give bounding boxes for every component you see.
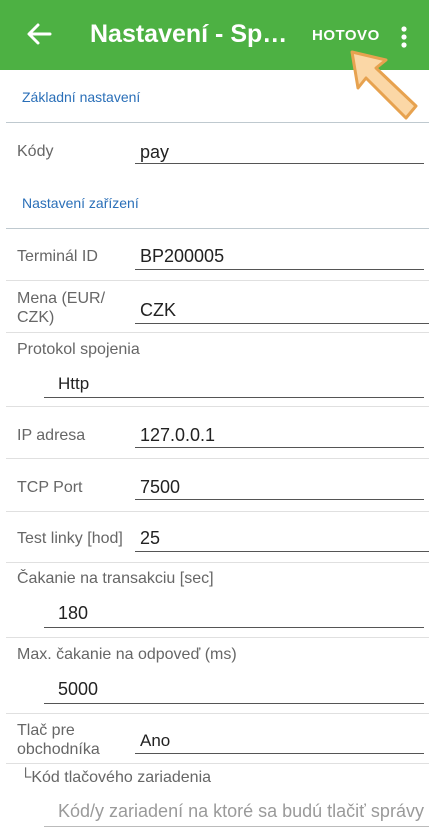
- tx-wait-underline: [44, 627, 424, 628]
- row-divider: [6, 713, 429, 714]
- ip-label: IP adresa: [17, 427, 86, 444]
- protocol-label: Protokol spojenia: [17, 341, 140, 358]
- row-divider: [6, 406, 429, 407]
- row-divider: [6, 280, 429, 281]
- ip-input[interactable]: 127.0.0.1: [140, 425, 215, 446]
- currency-input[interactable]: CZK: [140, 300, 176, 321]
- row-divider: [6, 637, 429, 638]
- printer-code-label: └Kód tlačového zariadenia: [20, 769, 212, 786]
- ip-underline: [135, 447, 424, 448]
- row-divider: [6, 458, 429, 459]
- codes-underline: [135, 163, 424, 164]
- section-divider: [6, 228, 429, 229]
- merchant-print-label: Tlač pre obchodníka: [17, 722, 100, 758]
- terminal-id-label: Terminál ID: [17, 248, 98, 265]
- row-divider: [6, 763, 429, 764]
- codes-input[interactable]: pay: [140, 142, 169, 163]
- section-device-header: Nastavení zařízení: [22, 195, 139, 211]
- protocol-underline: [44, 397, 424, 398]
- merchant-print-underline: [135, 753, 424, 754]
- terminal-id-underline: [135, 269, 424, 270]
- test-line-underline: [135, 551, 429, 552]
- row-divider: [6, 511, 429, 512]
- row-divider: [6, 562, 429, 563]
- max-wait-underline: [44, 703, 424, 704]
- currency-underline: [135, 323, 429, 324]
- currency-label: Mena (EUR/ CZK): [17, 290, 106, 326]
- arrow-left-icon[interactable]: [24, 16, 54, 52]
- row-divider: [6, 332, 429, 333]
- tx-wait-input[interactable]: 180: [58, 603, 88, 624]
- tcp-port-label: TCP Port: [17, 479, 83, 496]
- pointer-arrow-icon: [350, 50, 418, 120]
- printer-code-underline: [44, 826, 429, 827]
- codes-label: Kódy: [17, 143, 54, 160]
- max-wait-input[interactable]: 5000: [58, 679, 98, 700]
- tcp-port-underline: [135, 499, 424, 500]
- tcp-port-input[interactable]: 7500: [140, 477, 180, 498]
- tx-wait-label: Čakanie na transakciu [sec]: [17, 570, 214, 587]
- merchant-print-select[interactable]: Ano: [140, 731, 170, 751]
- max-wait-label: Max. čakanie na odpoveď (ms): [17, 646, 237, 663]
- section-basic-header: Základní nastavení: [22, 89, 141, 105]
- test-line-label: Test linky [hod]: [17, 530, 123, 547]
- page-title: Nastavení - Správ...: [90, 20, 290, 48]
- printer-code-input[interactable]: Kód/y zariadení na ktoré sa budú tlačiť …: [58, 801, 429, 822]
- section-divider: [6, 122, 429, 123]
- protocol-select[interactable]: Http: [58, 374, 89, 394]
- terminal-id-input[interactable]: BP200005: [140, 246, 224, 267]
- test-line-input[interactable]: 25: [140, 528, 160, 549]
- done-button[interactable]: HOTOVO: [312, 27, 380, 44]
